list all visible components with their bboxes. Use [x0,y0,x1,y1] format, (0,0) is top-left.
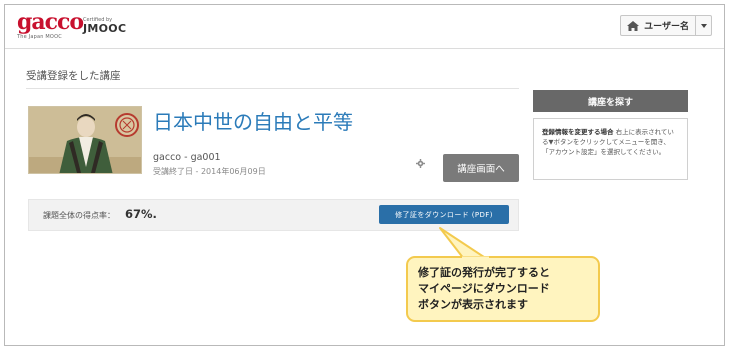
page-title: 受講登録をした講座 [26,70,121,82]
score-percent: 67% [125,207,153,221]
chevron-down-icon [700,23,707,28]
info-heading: 登録情報を変更する場合 [542,128,614,136]
course-title-link[interactable]: 日本中世の自由と平等 [153,106,353,135]
title-divider [26,88,519,89]
gear-icon[interactable] [416,159,425,168]
score-value: 67%. [125,207,157,221]
course-thumbnail[interactable] [28,106,142,174]
user-menu: ユーザー名 [620,15,712,36]
find-courses-button[interactable]: 講座を探す [533,90,688,112]
jmooc-logo: JMOOC [83,22,127,35]
certification-mark: Certified by JMOOC [83,17,126,35]
account-info-box: 登録情報を変更する場合 右上に表示されている▼ボタンをクリックしてメニューを開き… [533,118,688,180]
course-code: gacco - ga001 [153,152,221,163]
user-name: ユーザー名 [644,22,689,32]
score-label: 課題全体の得点率： [43,211,115,220]
course-portrait-image [29,107,141,173]
user-dashboard-button[interactable]: ユーザー名 [621,16,696,35]
logo-wordmark: gacco [17,9,84,35]
open-course-button[interactable]: 講座画面へ [443,154,519,182]
score-panel: 課題全体の得点率： 67%. 修了証をダウンロード (PDF) [28,199,519,231]
download-certificate-button[interactable]: 修了証をダウンロード (PDF) [379,205,509,224]
site-header: gacco The Japan MOOC Certified by JMOOC … [5,5,724,49]
score-period: . [152,207,157,221]
course-end-date: 受講終了日 - 2014年06月09日 [153,167,266,176]
gacco-logo[interactable]: gacco The Japan MOOC [17,9,84,40]
user-menu-dropdown-button[interactable] [696,16,711,35]
home-icon [627,20,640,31]
